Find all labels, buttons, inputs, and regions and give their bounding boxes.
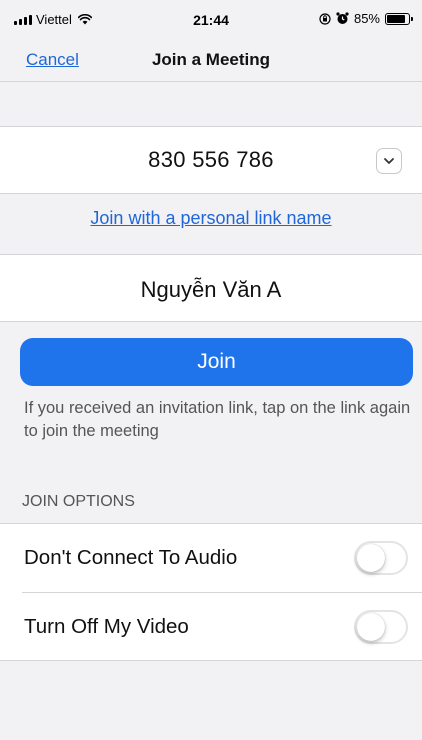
alarm-icon — [336, 12, 349, 24]
audio-toggle[interactable] — [354, 541, 408, 575]
page-title: Join a Meeting — [151, 50, 271, 69]
status-right: 85% — [319, 11, 413, 26]
meeting-history-dropdown[interactable] — [376, 148, 402, 174]
meeting-id-field[interactable]: 830 556 786 — [0, 126, 422, 194]
option-turn-off-video: Turn Off My Video — [0, 593, 422, 661]
toggle-knob — [357, 544, 385, 572]
chevron-down-icon — [384, 158, 394, 164]
join-options-list: Don't Connect To Audio Turn Off My Video — [0, 523, 422, 661]
join-meeting-screen: Viettel 21:44 85% Cancel Join a Meeting … — [0, 0, 422, 740]
join-options-header: JOIN OPTIONS — [22, 493, 135, 510]
option-dont-connect-audio: Don't Connect To Audio — [0, 524, 422, 593]
display-name-field[interactable]: Nguyễn Văn A — [0, 254, 422, 322]
option-label: Don't Connect To Audio — [24, 546, 238, 569]
invitation-hint: If you received an invitation link, tap … — [24, 399, 411, 440]
video-toggle[interactable] — [354, 610, 408, 644]
toggle-knob — [357, 613, 385, 641]
option-label: Turn Off My Video — [24, 615, 189, 638]
battery-level — [387, 14, 405, 23]
meeting-id-value[interactable]: 830 556 786 — [0, 147, 422, 173]
battery-percent: 85% — [353, 11, 380, 26]
orientation-lock-icon — [319, 12, 331, 25]
join-button[interactable]: Join — [20, 338, 413, 386]
battery-icon — [385, 12, 413, 25]
display-name-value[interactable]: Nguyễn Văn A — [0, 277, 422, 303]
status-bar: Viettel 21:44 85% — [0, 0, 422, 32]
personal-link-button[interactable]: Join with a personal link name — [0, 208, 422, 229]
nav-bar: Cancel Join a Meeting — [0, 36, 422, 82]
